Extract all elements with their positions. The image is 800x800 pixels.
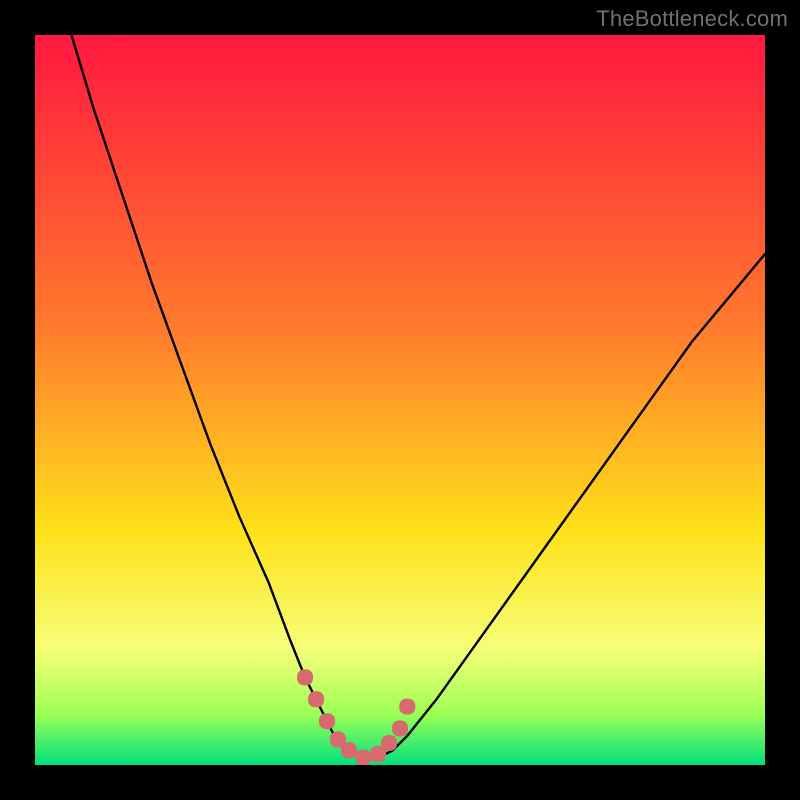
marker-dot: [356, 750, 372, 765]
gradient-background: [35, 35, 765, 765]
bottleneck-chart: [35, 35, 765, 765]
marker-dot: [341, 742, 357, 758]
marker-dot: [319, 713, 335, 729]
marker-dot: [381, 735, 397, 751]
marker-dot: [399, 699, 415, 715]
chart-frame: TheBottleneck.com: [0, 0, 800, 800]
marker-dot: [392, 721, 408, 737]
watermark-text: TheBottleneck.com: [596, 6, 788, 32]
marker-dot: [308, 691, 324, 707]
plot-area: [35, 35, 765, 765]
marker-dot: [297, 669, 313, 685]
